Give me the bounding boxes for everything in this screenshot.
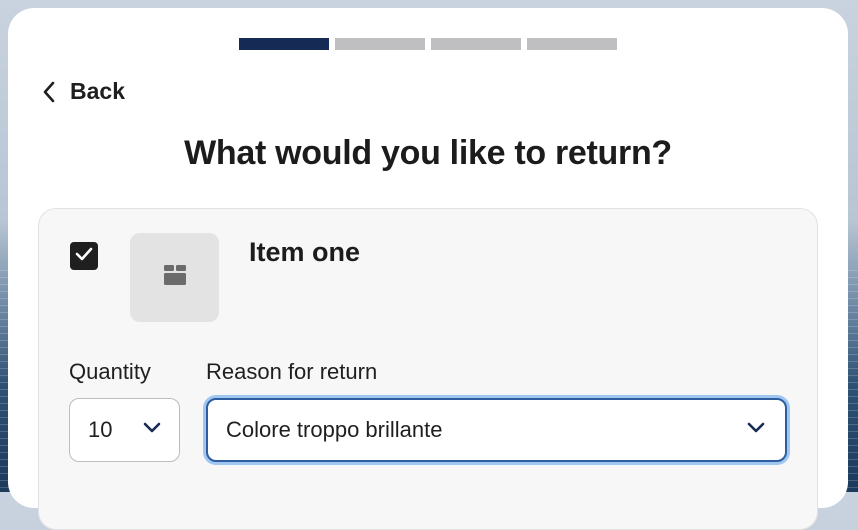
progress-step-1 (239, 38, 329, 50)
quantity-label: Quantity (69, 359, 151, 384)
quantity-select[interactable]: 10 (69, 398, 180, 462)
quantity-value: 10 (88, 417, 113, 442)
item-name: Item one (249, 237, 361, 267)
progress-step-2 (335, 38, 425, 50)
return-item-card: Item one Quantity Reason for return 10 C… (38, 208, 818, 530)
reason-value: Colore troppo brillante (226, 417, 443, 442)
page-title: What would you like to return? (184, 134, 672, 172)
chevron-left-icon (42, 81, 56, 103)
item-thumbnail (130, 233, 219, 322)
step-progress (239, 38, 617, 50)
progress-step-3 (431, 38, 521, 50)
back-button[interactable]: Back (42, 78, 125, 105)
progress-step-4 (527, 38, 617, 50)
chevron-down-icon (747, 421, 765, 439)
chevron-down-icon (143, 421, 161, 439)
item-select-checkbox[interactable] (70, 242, 98, 270)
box-icon (163, 264, 187, 291)
reason-label: Reason for return (206, 359, 378, 384)
back-label: Back (70, 78, 125, 104)
checkmark-icon (75, 247, 93, 266)
reason-select[interactable]: Colore troppo brillante (206, 398, 787, 462)
return-dialog: Back What would you like to return? Item… (8, 8, 848, 530)
